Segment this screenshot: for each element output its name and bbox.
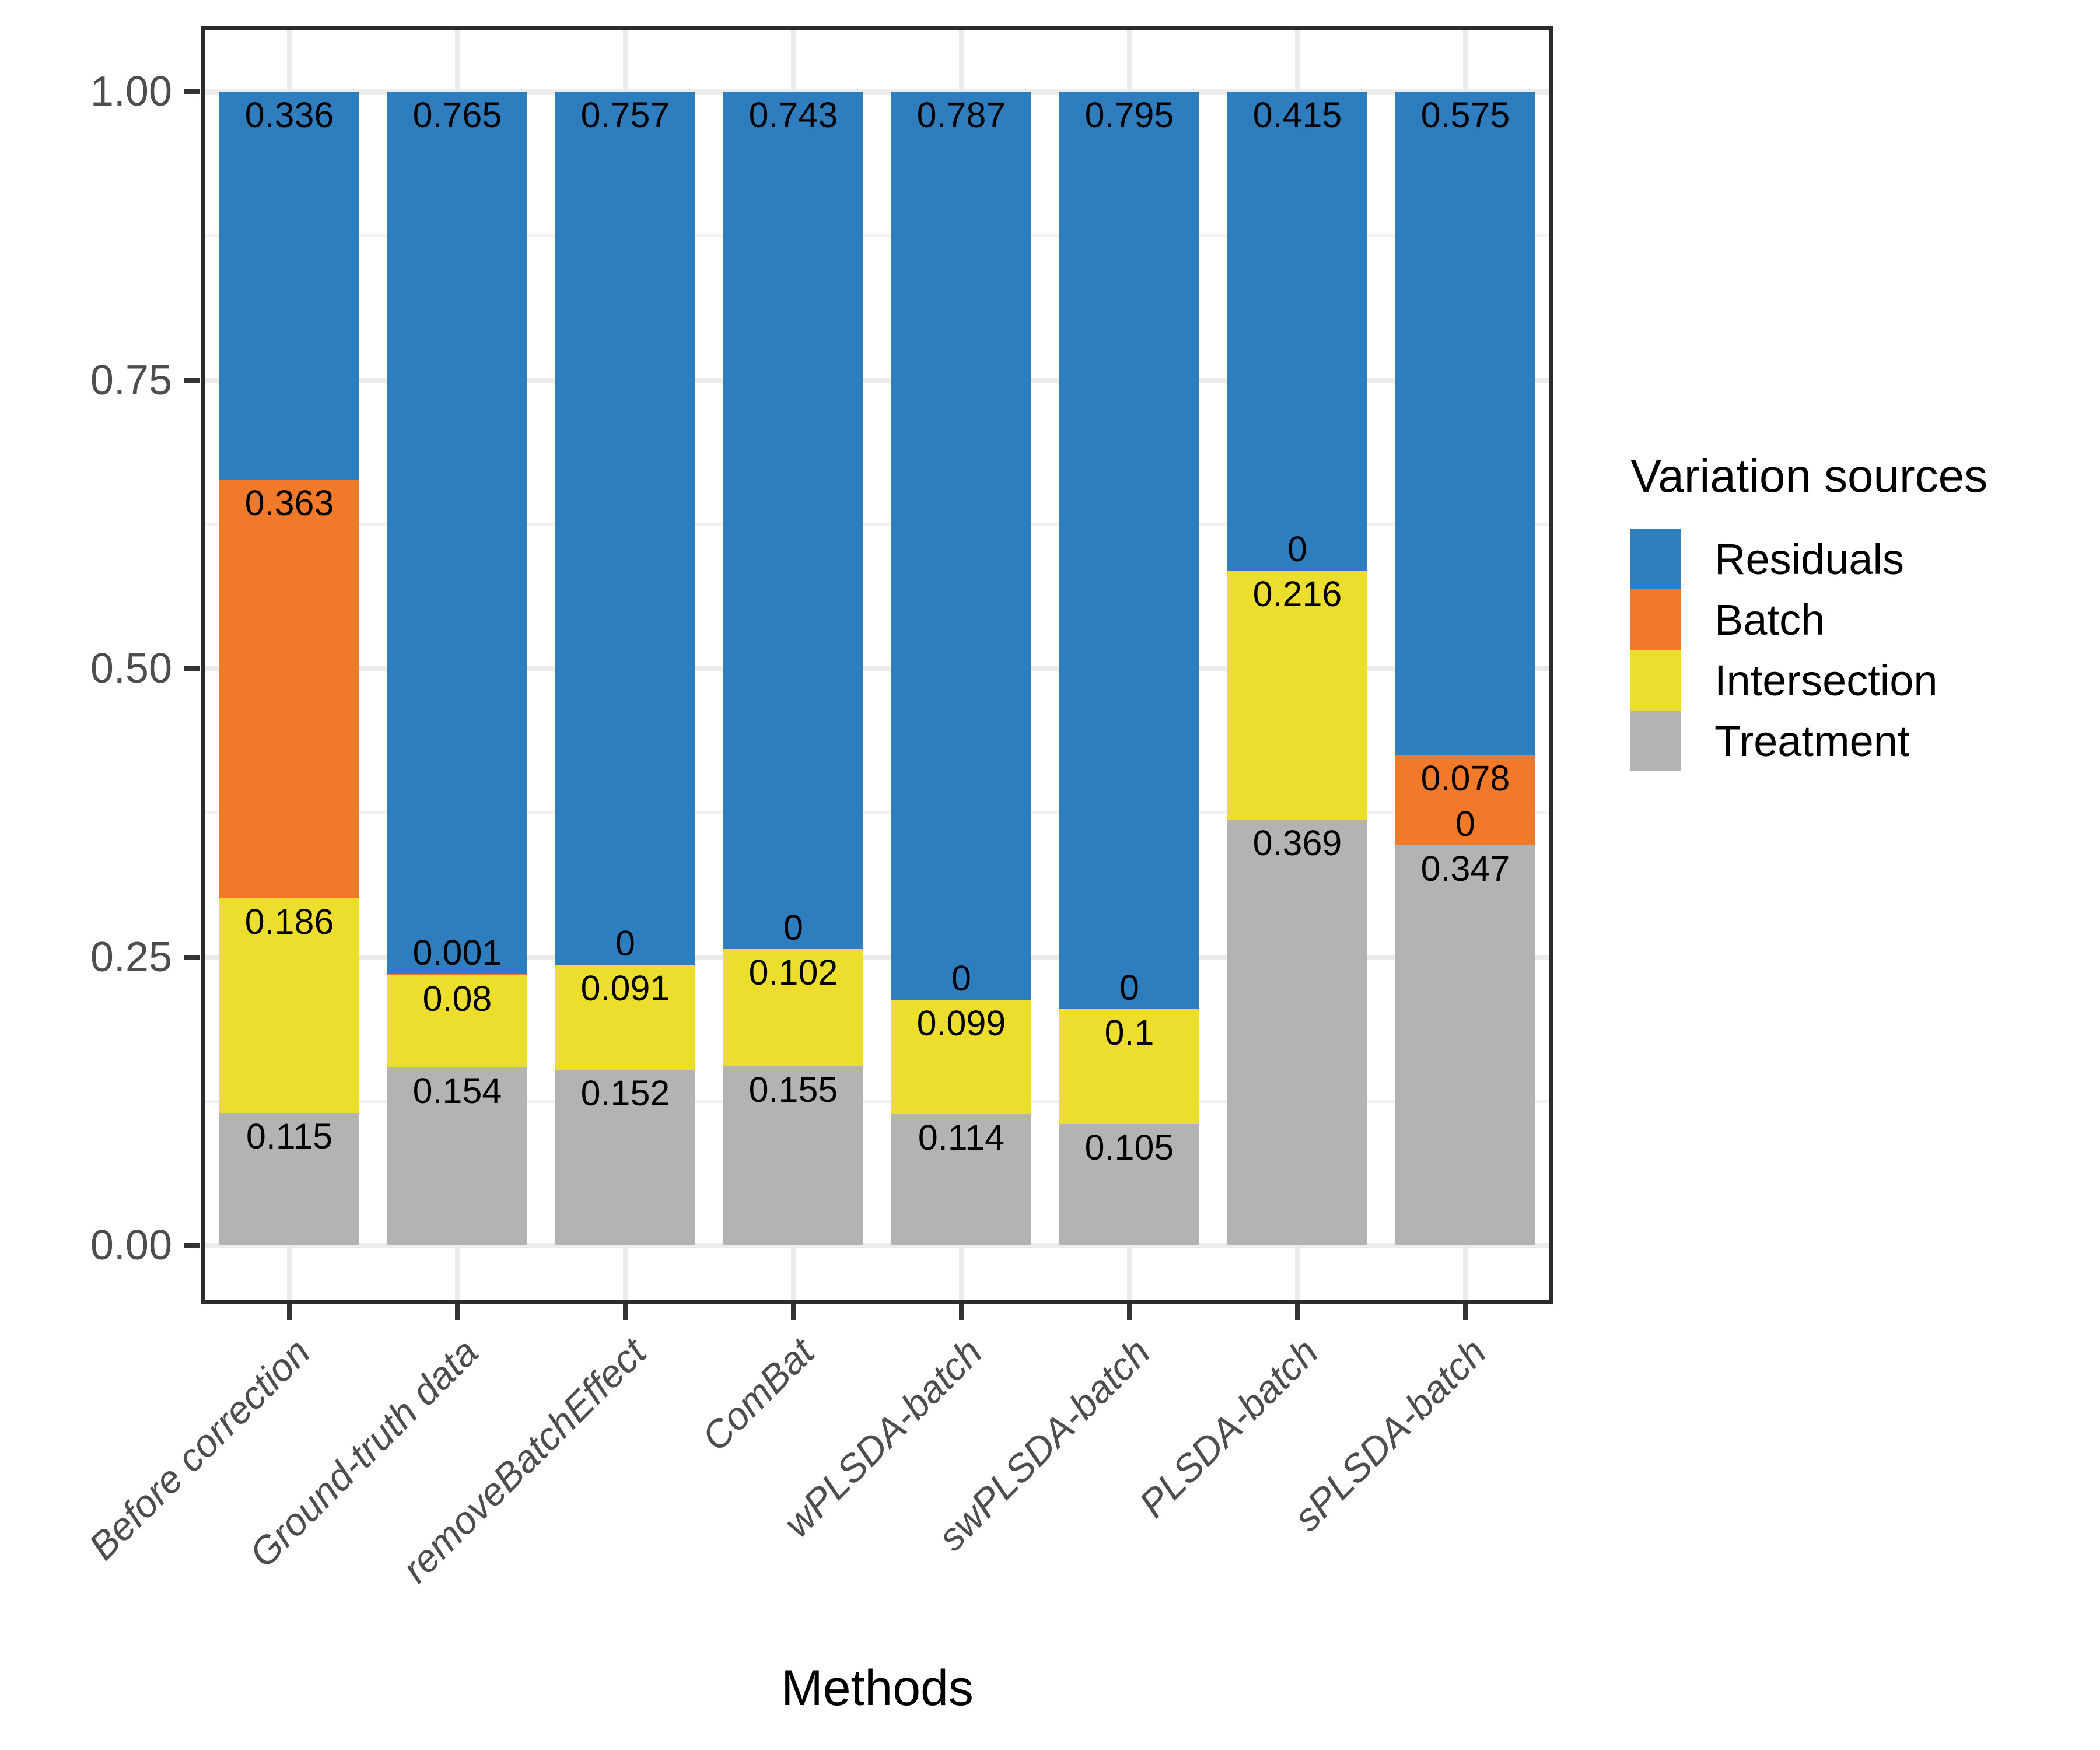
bar-value-label: 0 bbox=[783, 907, 803, 947]
y-tick-label: 0.00 bbox=[90, 1222, 172, 1269]
bar-column[interactable] bbox=[219, 92, 359, 1245]
legend-item[interactable]: Residuals bbox=[1630, 528, 2074, 589]
x-tick-mark bbox=[791, 1304, 796, 1320]
bar-segment-treatment[interactable] bbox=[1227, 820, 1367, 1245]
bar-value-label: 0 bbox=[615, 923, 635, 964]
bar-segment-residuals[interactable] bbox=[387, 92, 527, 975]
bar-segment-residuals[interactable] bbox=[219, 92, 359, 480]
y-tick-label: 0.75 bbox=[90, 356, 172, 404]
y-tick-label: 0.25 bbox=[90, 933, 172, 981]
y-tick-label: 0.50 bbox=[90, 645, 172, 692]
legend: Variation sources Residuals Batch Intersec… bbox=[1630, 449, 2074, 771]
x-tick-mark bbox=[1127, 1304, 1132, 1320]
legend-label: Residuals bbox=[1714, 534, 1904, 583]
bar-column[interactable] bbox=[891, 92, 1031, 1245]
bar-value-label: 0.078 bbox=[1420, 758, 1510, 799]
y-tick-mark bbox=[184, 89, 200, 94]
bar-segment-batch[interactable] bbox=[219, 479, 359, 898]
y-tick-mark bbox=[184, 666, 200, 671]
y-tick-mark bbox=[184, 1243, 200, 1248]
bar-value-label: 0.155 bbox=[748, 1070, 838, 1110]
bar-value-label: 0.099 bbox=[916, 1003, 1006, 1043]
bar-value-label: 0.186 bbox=[244, 901, 334, 942]
x-axis-title: Methods bbox=[781, 1660, 974, 1716]
bar-value-label: 0.115 bbox=[246, 1116, 333, 1156]
legend-label: Treatment bbox=[1714, 716, 1910, 765]
legend-swatch-icon bbox=[1630, 589, 1681, 650]
y-tick-mark bbox=[184, 377, 200, 383]
y-tick-label: 1.00 bbox=[90, 68, 172, 115]
legend-title: Variation sources bbox=[1630, 450, 1988, 502]
bar-value-label: 0.575 bbox=[1420, 95, 1510, 135]
legend-label: Intersection bbox=[1714, 656, 1938, 705]
bar-column[interactable] bbox=[555, 92, 695, 1245]
legend-item[interactable]: Batch bbox=[1630, 589, 2074, 650]
legend-item[interactable]: Treatment bbox=[1630, 710, 2074, 771]
bar-value-label: 0.216 bbox=[1252, 573, 1342, 614]
bar-value-label: 0.091 bbox=[580, 968, 670, 1009]
bar-value-label: 0.102 bbox=[748, 952, 838, 992]
bar-segment-residuals[interactable] bbox=[1395, 92, 1535, 755]
bar-value-label: 0.363 bbox=[244, 482, 334, 523]
bar-value-label: 0.765 bbox=[412, 95, 502, 135]
bar-value-label: 0.001 bbox=[412, 933, 502, 973]
bar-value-label: 0.152 bbox=[580, 1073, 670, 1114]
bar-column[interactable] bbox=[1059, 92, 1199, 1245]
plot-panel: 0.336 0.363 0.186 0.115 0.765 0.001 0.08 0.154 0… bbox=[201, 26, 1553, 1304]
bar-segment-residuals[interactable] bbox=[1059, 92, 1199, 1009]
bar-value-label: 0 bbox=[1119, 967, 1139, 1007]
bar-segment-treatment[interactable] bbox=[1395, 845, 1535, 1245]
bar-value-label: 0.415 bbox=[1252, 95, 1342, 135]
x-tick-mark bbox=[287, 1304, 292, 1320]
bar-value-label: 0.08 bbox=[422, 979, 492, 1019]
legend-label: Batch bbox=[1714, 595, 1825, 644]
bar-value-label: 0.757 bbox=[580, 95, 670, 135]
bar-segment-batch[interactable] bbox=[387, 974, 527, 976]
bar-value-label: 0 bbox=[951, 958, 971, 998]
legend-item[interactable]: Intersection bbox=[1630, 650, 2074, 710]
y-tick-mark bbox=[184, 954, 200, 960]
bar-value-label: 0.105 bbox=[1084, 1128, 1174, 1168]
x-tick-mark bbox=[959, 1304, 964, 1320]
bar-value-label: 0.347 bbox=[1420, 848, 1510, 888]
bar-value-label: 0.154 bbox=[412, 1071, 502, 1111]
bar-segment-residuals[interactable] bbox=[1227, 92, 1367, 570]
x-tick-mark bbox=[1295, 1304, 1300, 1320]
legend-swatch-icon bbox=[1630, 650, 1681, 710]
bar-column[interactable] bbox=[1395, 92, 1535, 1245]
bar-segment-residuals[interactable] bbox=[891, 92, 1031, 1000]
x-tick-mark bbox=[455, 1304, 460, 1320]
bar-value-label: 0.1 bbox=[1104, 1012, 1154, 1052]
x-tick-mark bbox=[1463, 1304, 1468, 1320]
bar-value-label: 0 bbox=[1455, 803, 1475, 844]
bar-value-label: 0.787 bbox=[916, 95, 1006, 135]
legend-swatch-icon bbox=[1630, 710, 1681, 771]
bar-segment-residuals[interactable] bbox=[723, 92, 863, 949]
bar-segment-residuals[interactable] bbox=[555, 92, 695, 965]
bar-value-label: 0.369 bbox=[1252, 823, 1342, 863]
chart-page: Explained variance (%) 1.000.750.500.250… bbox=[0, 0, 2100, 1750]
bar-column[interactable] bbox=[1227, 92, 1367, 1245]
legend-items: Residuals Batch Intersection Treatment bbox=[1630, 528, 2074, 771]
bar-value-label: 0 bbox=[1287, 528, 1307, 569]
bar-value-label: 0.114 bbox=[918, 1117, 1005, 1157]
bar-value-label: 0.795 bbox=[1084, 95, 1174, 135]
legend-swatch-icon bbox=[1630, 528, 1681, 589]
bar-value-label: 0.336 bbox=[244, 95, 334, 135]
bar-value-label: 0.743 bbox=[748, 95, 838, 135]
x-tick-mark bbox=[623, 1304, 628, 1320]
